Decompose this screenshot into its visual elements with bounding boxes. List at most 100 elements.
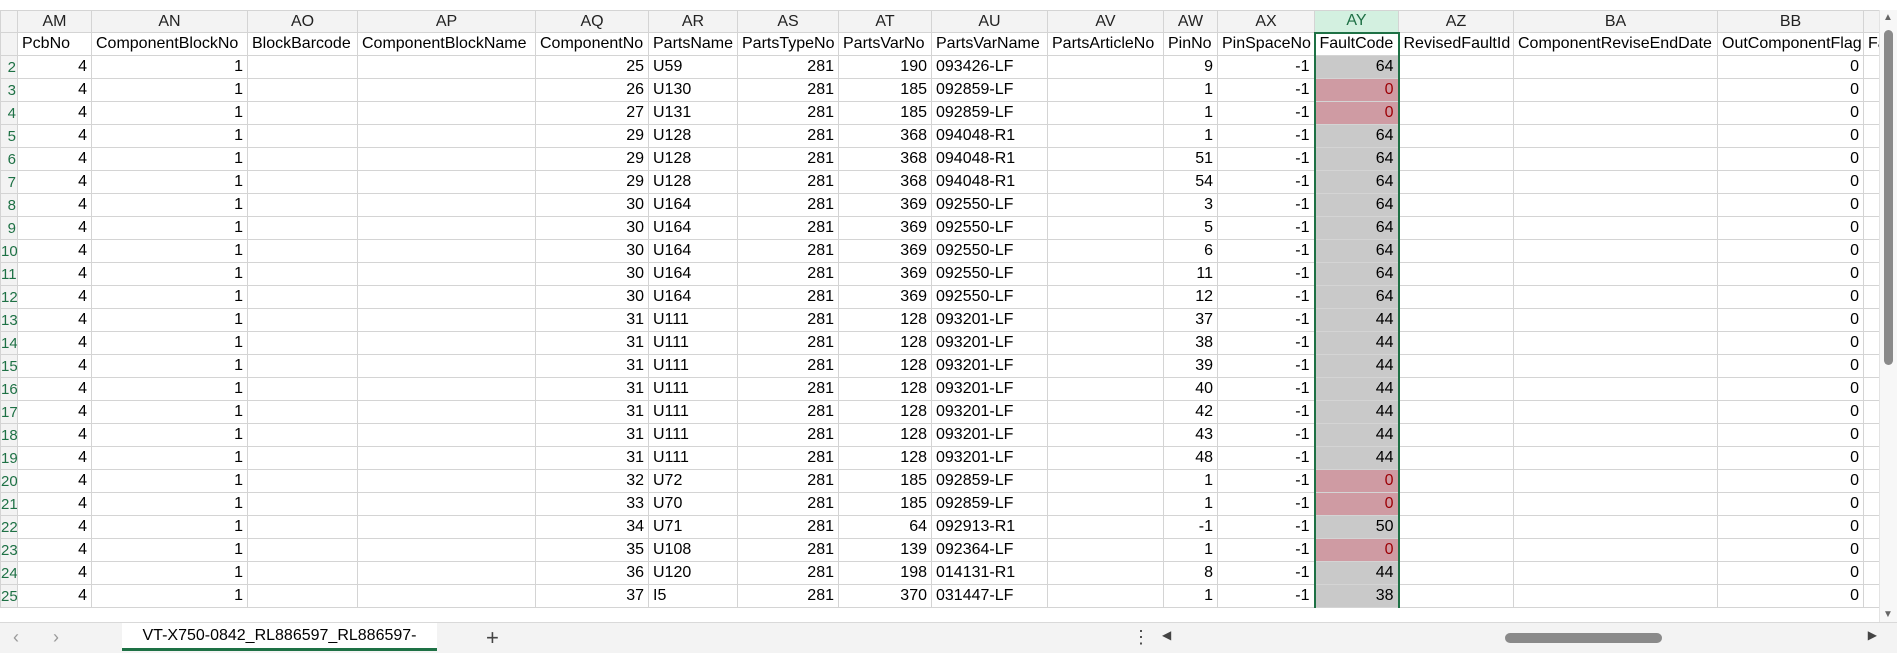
table-cell[interactable] [247,584,358,608]
table-cell[interactable]: 094048-R1 [931,170,1048,194]
table-cell[interactable]: 4 [17,377,92,401]
table-cell[interactable]: -1 [1217,262,1315,286]
table-cell[interactable]: 6 [1163,239,1218,263]
table-cell[interactable] [1047,423,1164,447]
table-cell[interactable]: 128 [838,354,932,378]
table-cell[interactable]: 4 [17,469,92,493]
table-cell[interactable]: -1 [1217,469,1315,493]
table-cell[interactable] [357,400,536,424]
field-header-cell[interactable]: PartsVarName [931,32,1048,56]
column-letter-an[interactable]: AN [91,10,248,33]
table-cell[interactable]: 4 [17,124,92,148]
table-cell[interactable] [1047,469,1164,493]
table-cell[interactable] [1513,331,1718,355]
table-cell[interactable]: 368 [838,170,932,194]
table-cell[interactable] [1047,492,1164,516]
table-cell[interactable]: 094048-R1 [931,124,1048,148]
table-cell[interactable]: 1 [1163,584,1218,608]
table-cell[interactable]: U164 [648,216,738,240]
fault-code-cell[interactable]: 44 [1313,446,1400,470]
table-cell[interactable]: 30 [535,193,649,217]
table-cell[interactable] [247,216,358,240]
table-cell[interactable]: 1 [91,561,248,585]
table-cell[interactable] [357,239,536,263]
table-cell[interactable]: 185 [838,78,932,102]
table-cell[interactable] [1863,78,1880,102]
fault-code-cell[interactable]: 44 [1313,354,1400,378]
table-cell[interactable]: 12 [1163,285,1218,309]
table-cell[interactable]: -1 [1217,400,1315,424]
row-number[interactable]: 24 [0,561,18,585]
table-cell[interactable] [357,423,536,447]
fault-code-cell[interactable]: 44 [1313,423,1400,447]
table-cell[interactable] [1398,55,1514,79]
fault-code-cell[interactable]: 0 [1313,469,1400,493]
table-cell[interactable]: 369 [838,262,932,286]
table-cell[interactable]: 1 [91,124,248,148]
table-cell[interactable]: 092913-R1 [931,515,1048,539]
sheet-tab[interactable]: VT-X750-0842_RL886597_RL886597- [122,623,437,651]
row-number[interactable]: 6 [0,147,18,171]
table-cell[interactable]: 30 [535,216,649,240]
table-cell[interactable] [357,55,536,79]
table-cell[interactable]: 0 [1717,170,1864,194]
table-cell[interactable]: U164 [648,193,738,217]
vertical-scrollbar[interactable]: ▲ ▼ [1879,10,1897,622]
table-cell[interactable]: 1 [91,262,248,286]
table-cell[interactable]: 31 [535,446,649,470]
table-cell[interactable]: 0 [1717,124,1864,148]
table-cell[interactable]: U59 [648,55,738,79]
triangle-right-icon[interactable]: ▶ [1868,628,1877,642]
table-cell[interactable]: 092550-LF [931,216,1048,240]
table-cell[interactable] [247,469,358,493]
fault-code-cell[interactable]: 44 [1313,561,1400,585]
table-cell[interactable]: U111 [648,446,738,470]
table-cell[interactable] [1513,538,1718,562]
table-cell[interactable]: 8 [1163,561,1218,585]
table-cell[interactable] [1398,400,1514,424]
table-cell[interactable] [1398,308,1514,332]
table-cell[interactable] [1047,78,1164,102]
table-cell[interactable]: -1 [1217,446,1315,470]
table-cell[interactable]: 0 [1717,538,1864,562]
table-cell[interactable]: 4 [17,308,92,332]
field-header-cell[interactable]: ComponentNo [535,32,649,56]
table-cell[interactable] [1398,170,1514,194]
table-cell[interactable]: -1 [1217,538,1315,562]
table-cell[interactable] [1513,584,1718,608]
table-cell[interactable] [1863,101,1880,125]
table-cell[interactable]: 0 [1717,101,1864,125]
table-cell[interactable]: -1 [1217,423,1315,447]
table-cell[interactable]: -1 [1217,216,1315,240]
table-cell[interactable] [1513,515,1718,539]
table-cell[interactable] [247,538,358,562]
table-cell[interactable] [357,584,536,608]
table-cell[interactable]: 3 [1163,193,1218,217]
table-cell[interactable]: -1 [1217,331,1315,355]
table-cell[interactable]: U120 [648,561,738,585]
row-number[interactable]: 4 [0,101,18,125]
row-number[interactable] [0,32,18,56]
table-cell[interactable] [1513,170,1718,194]
table-cell[interactable]: 0 [1717,400,1864,424]
table-cell[interactable] [1513,354,1718,378]
table-cell[interactable]: 1 [91,515,248,539]
table-cell[interactable]: 281 [737,354,839,378]
table-cell[interactable]: 31 [535,308,649,332]
table-cell[interactable]: 093201-LF [931,377,1048,401]
table-cell[interactable]: 281 [737,193,839,217]
table-cell[interactable] [1863,262,1880,286]
table-cell[interactable] [1398,262,1514,286]
table-cell[interactable]: 128 [838,446,932,470]
table-cell[interactable] [1863,308,1880,332]
table-cell[interactable] [357,124,536,148]
table-cell[interactable] [1047,354,1164,378]
table-cell[interactable] [1047,561,1164,585]
column-letter-aq[interactable]: AQ [535,10,649,33]
column-letter-ap[interactable]: AP [357,10,536,33]
table-cell[interactable]: 4 [17,216,92,240]
field-header-cell[interactable]: PcbNo [17,32,92,56]
table-cell[interactable]: 4 [17,239,92,263]
column-letter-as[interactable]: AS [737,10,839,33]
table-cell[interactable]: 30 [535,285,649,309]
